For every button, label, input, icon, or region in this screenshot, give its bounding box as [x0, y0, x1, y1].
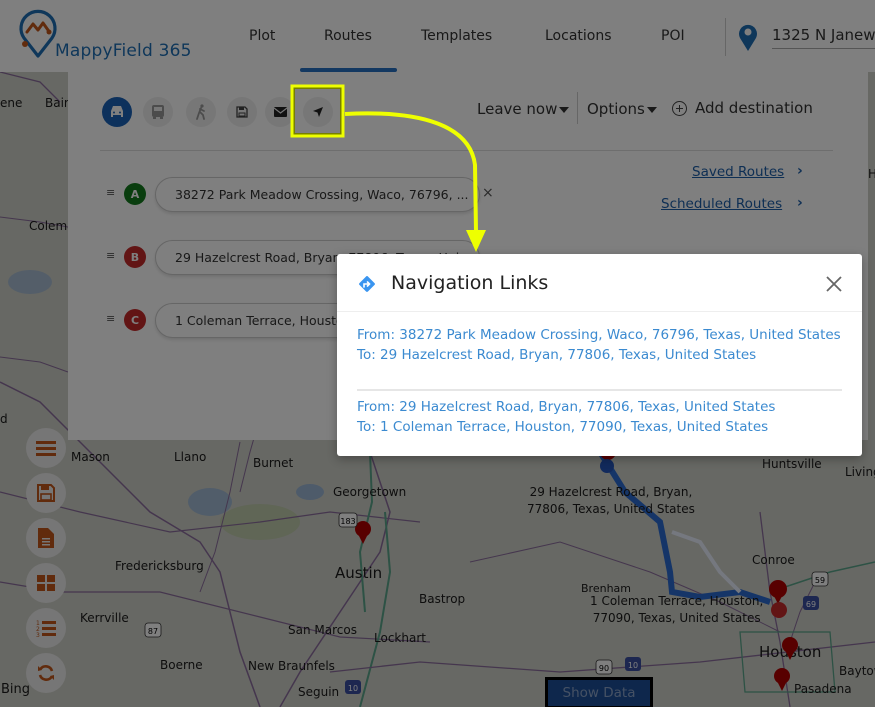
navigation-links-modal: Navigation Links From: 38272 Park Meadow… [337, 254, 862, 456]
close-icon[interactable] [824, 274, 844, 294]
directions-icon [359, 276, 375, 292]
nav-link-2-from[interactable]: From: 29 Hazelcrest Road, Bryan, 77806, … [357, 397, 842, 417]
nav-link-1-to[interactable]: To: 29 Hazelcrest Road, Bryan, 77806, Te… [357, 345, 842, 365]
link-separator [357, 389, 842, 391]
modal-header: Navigation Links [337, 254, 862, 312]
navigation-link-2[interactable]: From: 29 Hazelcrest Road, Bryan, 77806, … [357, 397, 842, 437]
nav-link-1-from[interactable]: From: 38272 Park Meadow Crossing, Waco, … [357, 325, 842, 345]
navigation-link-1[interactable]: From: 38272 Park Meadow Crossing, Waco, … [357, 325, 842, 365]
nav-link-2-to[interactable]: To: 1 Coleman Terrace, Houston, 77090, T… [357, 417, 842, 437]
modal-title: Navigation Links [391, 272, 549, 294]
